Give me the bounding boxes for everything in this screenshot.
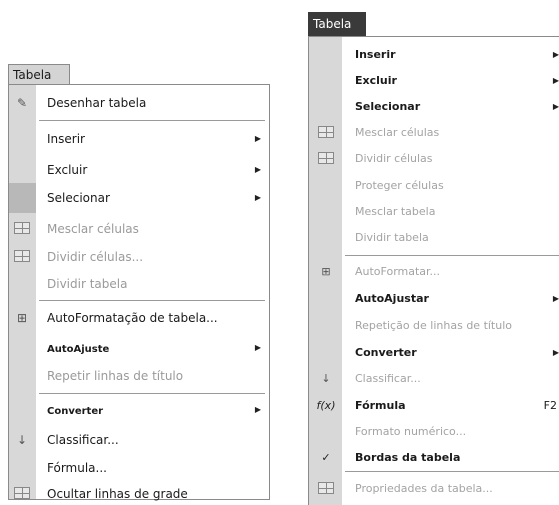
right-menu-title[interactable]: Tabela — [308, 12, 366, 36]
menu-item-excluir[interactable]: Excluir ▶ — [309, 67, 559, 94]
menu-item-propriedades-tabela[interactable]: Propriedades da tabela... — [309, 475, 559, 502]
menu-item-classificar[interactable]: ↓ Classificar... — [309, 365, 559, 392]
gridlines-icon — [13, 485, 31, 503]
menu-item-autoformatar[interactable]: ⊞ AutoFormatar... — [309, 258, 559, 285]
sort-icon: ↓ — [16, 433, 28, 447]
menu-item-formula[interactable]: f(x) Fórmula F2 — [309, 392, 559, 419]
menu-item-ocultar-linhas-grade[interactable]: Ocultar linhas de grade — [9, 479, 269, 505]
formula-icon: f(x) — [316, 399, 336, 412]
menu-item-repeticao-linhas[interactable]: Repetição de linhas de título — [309, 312, 559, 339]
menu-item-autoformatacao[interactable]: ⊞ AutoFormatação de tabela... — [9, 303, 269, 333]
left-menu-title[interactable]: Tabela — [8, 64, 70, 85]
menu-separator — [39, 393, 265, 394]
menu-separator — [39, 120, 265, 121]
submenu-arrow-icon: ▶ — [254, 165, 261, 174]
merge-cells-icon — [316, 124, 336, 141]
menu-item-mesclar-tabela[interactable]: Mesclar tabela — [309, 198, 559, 225]
submenu-arrow-icon: ▶ — [254, 134, 261, 143]
submenu-arrow-icon: ▶ — [552, 294, 559, 303]
autoformat-icon: ⊞ — [321, 265, 331, 278]
submenu-arrow-icon: ▶ — [254, 405, 261, 414]
menu-item-autoajuste[interactable]: AutoAjuste ▶ — [9, 333, 269, 363]
autoformat-icon: ⊞ — [16, 311, 28, 325]
check-icon: ✓ — [321, 451, 331, 464]
menu-separator — [345, 471, 559, 472]
menu-item-classificar[interactable]: ↓ Classificar... — [9, 425, 269, 455]
menu-item-inserir[interactable]: Inserir ▶ — [9, 124, 269, 154]
menu-item-mesclar-celulas[interactable]: Mesclar células — [309, 119, 559, 146]
menu-item-mesclar-celulas[interactable]: Mesclar células — [9, 214, 269, 244]
left-menu-panel: ✎ Desenhar tabela Inserir ▶ Excluir ▶ Se… — [8, 84, 270, 501]
menu-item-selecionar[interactable]: Selecionar ▶ — [9, 183, 269, 213]
menu-item-repetir-linhas[interactable]: Repetir linhas de título — [9, 361, 269, 391]
menu-item-autoajustar[interactable]: AutoAjustar ▶ — [309, 285, 559, 312]
submenu-arrow-icon: ▶ — [552, 50, 559, 59]
menu-item-inserir[interactable]: Inserir ▶ — [309, 41, 559, 68]
submenu-arrow-icon: ▶ — [552, 76, 559, 85]
menu-item-dividir-tabela[interactable]: Dividir tabela — [309, 224, 559, 251]
menu-item-excluir[interactable]: Excluir ▶ — [9, 155, 269, 185]
table-properties-icon — [316, 480, 336, 497]
menu-separator — [345, 255, 559, 256]
submenu-arrow-icon: ▶ — [254, 193, 261, 202]
merge-cells-icon — [13, 220, 31, 238]
menu-item-bordas-tabela[interactable]: ✓ Bordas da tabela — [309, 444, 559, 471]
menu-item-converter[interactable]: Converter ▶ — [9, 395, 269, 425]
submenu-arrow-icon: ▶ — [552, 348, 559, 357]
menu-item-desenhar-tabela[interactable]: ✎ Desenhar tabela — [9, 88, 269, 118]
menu-item-dividir-tabela[interactable]: Dividir tabela — [9, 269, 269, 299]
sort-icon: ↓ — [321, 372, 331, 385]
menu-item-selecionar[interactable]: Selecionar ▶ — [309, 93, 559, 120]
submenu-arrow-icon: ▶ — [254, 343, 261, 352]
submenu-arrow-icon: ▶ — [552, 102, 559, 111]
right-menu-panel: Inserir ▶ Excluir ▶ Selecionar ▶ Mesclar… — [308, 36, 559, 505]
split-cells-icon — [13, 248, 31, 266]
menu-item-dividir-celulas[interactable]: Dividir células... — [9, 242, 269, 272]
formula-shortcut: F2 — [543, 399, 557, 412]
highlight-strip — [9, 183, 36, 213]
menu-item-proteger-celulas[interactable]: Proteger células — [309, 172, 559, 199]
menu-item-dividir-celulas[interactable]: Dividir células — [309, 145, 559, 172]
menu-separator — [39, 300, 265, 301]
pencil-icon: ✎ — [16, 96, 28, 110]
menu-item-formato-numerico[interactable]: Formato numérico... — [309, 418, 559, 445]
menu-item-converter[interactable]: Converter ▶ — [309, 339, 559, 366]
split-cells-icon — [316, 150, 336, 167]
